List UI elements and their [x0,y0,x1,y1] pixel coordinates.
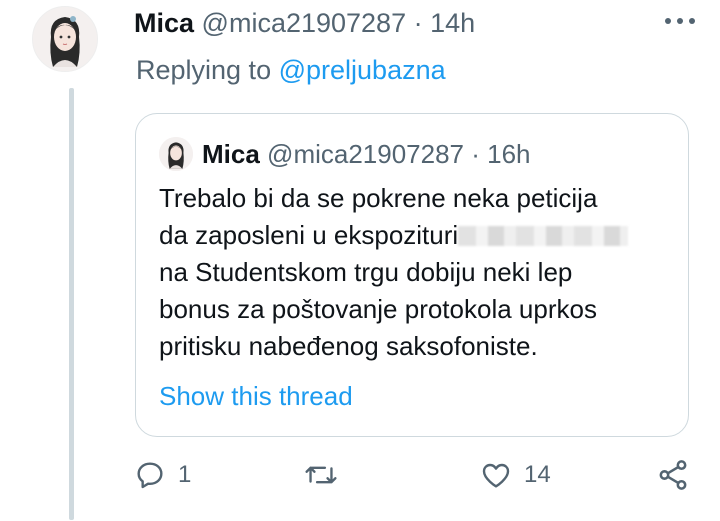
author-name[interactable]: Mica [134,8,194,38]
retweet-icon [305,466,337,484]
quoted-text: Trebalo bi da se pokrene neka peticija d… [159,180,679,365]
avatar[interactable] [32,6,98,72]
share-icon [659,460,687,490]
author-handle[interactable]: @mica21907287 [202,8,407,38]
like-count: 14 [524,461,551,488]
more-icon[interactable] [660,8,700,34]
replying-to: Replying to @preljubazna [136,52,446,88]
quoted-time: · 16h [471,139,531,169]
quoted-tweet[interactable]: Mica @mica21907287 · 16h Trebalo bi da s… [135,113,689,437]
retweet-button[interactable] [304,452,350,498]
quoted-line: na Studentskom trgu dobiju neki lep [159,257,573,287]
quoted-line-with-redaction: da zaposleni u ekspozituri [159,217,679,254]
quoted-line: bonus za poštovanje protokola uprkos [159,294,597,324]
quoted-line: da zaposleni u ekspozituri [159,220,459,250]
show-thread-link[interactable]: Show this thread [159,376,353,416]
redacted-text [458,226,629,246]
avatar-illustration [33,7,97,71]
quoted-line: pritisku nabeđenog saksofoniste. [159,331,538,361]
like-button[interactable]: 14 [480,452,551,498]
quoted-avatar[interactable] [159,137,193,171]
comment-icon [137,462,163,489]
tweet-time[interactable]: · 14h [414,8,476,38]
quoted-header: Mica @mica21907287 · 16h [202,134,531,174]
tweet-actions: 1 14 [0,452,720,502]
tweet-header: Mica @mica21907287 · 14h [134,4,475,42]
reply-count: 1 [178,461,192,488]
replying-prefix: Replying to [136,55,272,85]
quoted-line: Trebalo bi da se pokrene neka peticija [159,183,598,213]
share-button[interactable] [656,452,690,498]
quoted-author-name: Mica [202,139,260,169]
quoted-author-handle: @mica21907287 [267,139,465,169]
replying-handle[interactable]: @preljubazna [279,55,446,85]
reply-button[interactable]: 1 [134,452,191,498]
heart-icon [482,463,510,488]
